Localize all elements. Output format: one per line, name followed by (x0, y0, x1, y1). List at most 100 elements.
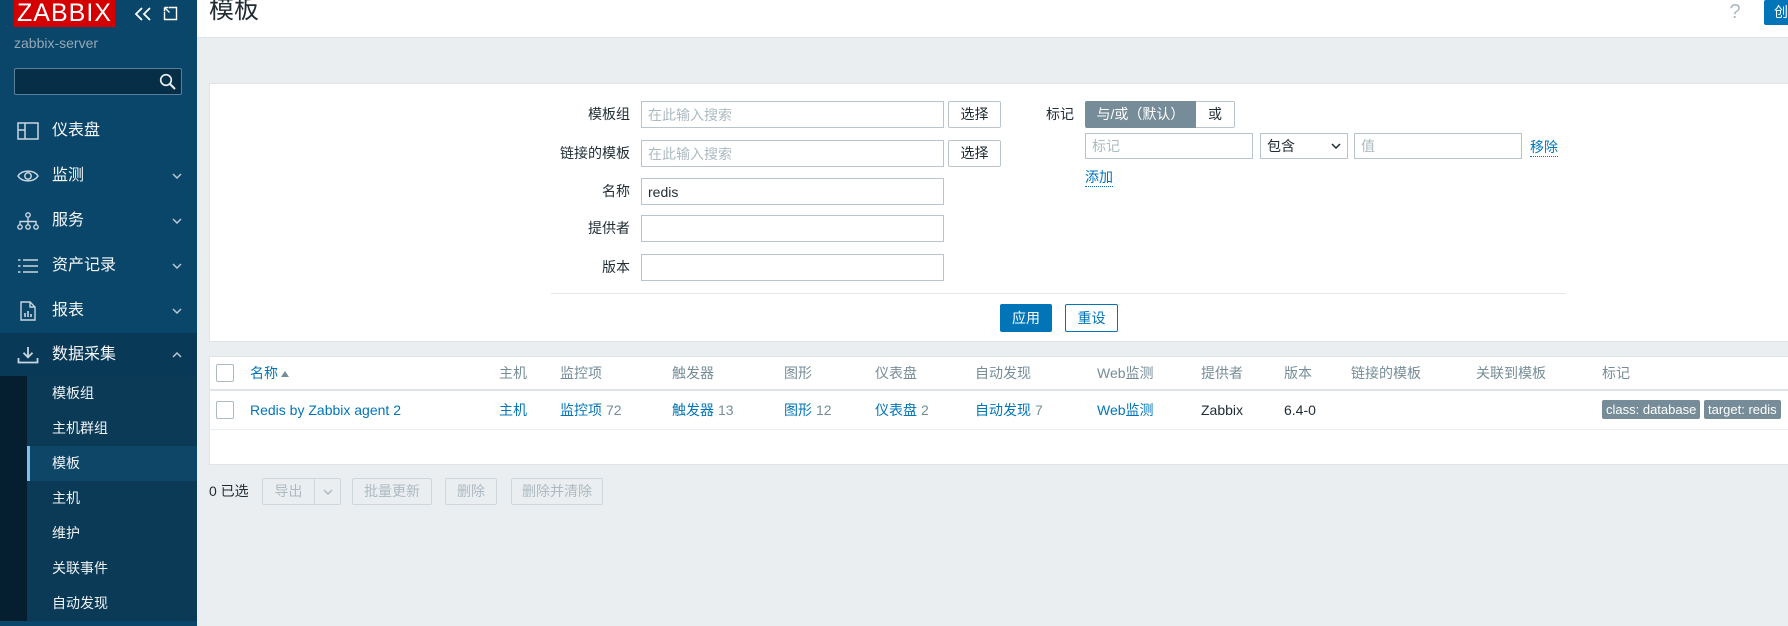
operator-and-or-button[interactable]: 与/或（默认） (1085, 101, 1196, 128)
column-header-items: 监控项 (560, 365, 602, 381)
version-label: 版本 (602, 259, 630, 275)
submenu-item-host-groups[interactable]: 主机群组 (27, 411, 197, 446)
data-collection-submenu: 模板组 主机群组 模板 主机 维护 关联事件 自动发现 (0, 376, 197, 621)
sort-asc-icon (281, 371, 289, 377)
reports-icon (19, 300, 37, 321)
tag-name-input[interactable] (1085, 133, 1253, 159)
column-header-web: Web监测 (1097, 365, 1154, 381)
menu-item-monitoring[interactable]: 监测 (0, 153, 197, 198)
table-header: 名称 主机 监控项 触发器 图形 仪表盘 自动发现 Web监测 提供者 版本 链… (210, 357, 1788, 391)
web-scenarios-link[interactable]: Web监测 (1097, 391, 1154, 429)
reset-button[interactable]: 重设 (1065, 304, 1118, 332)
column-header-vendor: 提供者 (1201, 365, 1243, 381)
kiosk-mode-icon[interactable] (163, 6, 178, 21)
help-icon[interactable]: ? (1727, 0, 1743, 24)
version-input[interactable] (641, 254, 944, 281)
delete-and-clear-button[interactable]: 删除并清除 (511, 478, 603, 505)
tag-remove-link[interactable]: 移除 (1530, 138, 1558, 157)
mass-update-button[interactable]: 批量更新 (352, 478, 432, 505)
menu-item-data-collection[interactable]: 数据采集 (0, 333, 197, 376)
submenu-item-event-correlation[interactable]: 关联事件 (27, 551, 197, 586)
triggers-count: 13 (718, 402, 734, 418)
submenu-item-hosts[interactable]: 主机 (27, 481, 197, 516)
menu-item-inventory[interactable]: 资产记录 (0, 243, 197, 288)
menu-item-label: 资产记录 (52, 257, 117, 274)
column-header-graphs: 图形 (784, 365, 812, 381)
dashboards-cell: 仪表盘 2 (875, 391, 929, 429)
template-groups-label: 模板组 (588, 106, 630, 122)
submenu-item-templates[interactable]: 模板 (27, 446, 197, 481)
chevron-down-icon (172, 262, 182, 269)
graphs-link[interactable]: 图形 (784, 402, 812, 418)
operator-or-button[interactable]: 或 (1196, 101, 1235, 128)
menu-item-dashboards[interactable]: 仪表盘 (0, 108, 197, 153)
column-header-linked-templates: 链接的模板 (1351, 365, 1421, 381)
submenu-item-maintenance[interactable]: 维护 (27, 516, 197, 551)
filter-panel: 模板组 选择 链接的模板 选择 名称 提供者 版本 标记 与/或（默认） 或 包… (209, 83, 1788, 342)
chevron-down-icon (172, 217, 182, 224)
collapse-sidebar-icon[interactable] (134, 6, 152, 22)
hosts-link[interactable]: 主机 (499, 391, 527, 429)
tag-badge: class: database (1602, 400, 1701, 419)
delete-button[interactable]: 删除 (445, 478, 497, 505)
template-groups-input[interactable] (641, 101, 944, 128)
discovery-cell: 自动发现 7 (975, 391, 1043, 429)
column-header-linked-to: 关联到模板 (1476, 365, 1546, 381)
column-header-tags: 标记 (1602, 365, 1630, 381)
tag-badge: target: redis (1704, 400, 1781, 419)
menu-item-label: 仪表盘 (52, 122, 101, 139)
table-row: Redis by Zabbix agent 2 主机 监控项 72 触发器 13 图… (210, 391, 1788, 430)
tags-operator-toggle: 与/或（默认） 或 (1085, 101, 1235, 128)
zabbix-logo[interactable]: ZABBIX (14, 0, 115, 27)
tag-add-link[interactable]: 添加 (1085, 168, 1113, 187)
data-collection-icon (17, 346, 39, 364)
menu-item-label: 服务 (52, 212, 85, 229)
vendor-input[interactable] (641, 215, 944, 242)
chevron-down-icon (1331, 143, 1341, 149)
column-header-dashboards: 仪表盘 (875, 365, 917, 381)
page-title: 模板 (209, 0, 260, 24)
graphs-count: 12 (816, 402, 832, 418)
name-label: 名称 (602, 183, 630, 199)
submenu-item-template-groups[interactable]: 模板组 (27, 376, 197, 411)
menu-item-services[interactable]: 服务 (0, 198, 197, 243)
submenu-item-discovery[interactable]: 自动发现 (27, 586, 197, 621)
version-cell: 6.4-0 (1284, 402, 1316, 418)
selected-count: 0 已选 (209, 483, 249, 499)
tag-condition-select[interactable]: 包含 (1260, 133, 1348, 159)
tag-value-input[interactable] (1354, 133, 1522, 159)
export-button[interactable]: 导出 (262, 478, 315, 505)
apply-button[interactable]: 应用 (1000, 304, 1052, 332)
create-template-button[interactable]: 创 (1764, 0, 1788, 25)
items-link[interactable]: 监控项 (560, 402, 602, 418)
discovery-count: 7 (1035, 402, 1043, 418)
export-dropdown-button[interactable] (314, 478, 341, 505)
dashboard-icon (17, 121, 39, 140)
linked-templates-label: 链接的模板 (560, 145, 630, 161)
filter-divider (551, 293, 1566, 294)
name-input[interactable] (641, 178, 944, 205)
template-groups-select-button[interactable]: 选择 (948, 101, 1001, 128)
page-header: 模板 ? 创 (197, 0, 1788, 38)
triggers-link[interactable]: 触发器 (672, 402, 714, 418)
discovery-link[interactable]: 自动发现 (975, 402, 1031, 418)
search-input[interactable] (15, 69, 151, 94)
server-name: zabbix-server (14, 35, 99, 51)
template-name-link[interactable]: Redis by Zabbix agent 2 (250, 391, 401, 429)
tag-condition-value: 包含 (1267, 138, 1295, 154)
select-all-checkbox[interactable] (216, 364, 234, 382)
dashboards-link[interactable]: 仪表盘 (875, 402, 917, 418)
menu-item-reports[interactable]: 报表 (0, 288, 197, 333)
row-checkbox[interactable] (216, 401, 234, 419)
linked-templates-select-button[interactable]: 选择 (948, 140, 1001, 167)
graphs-cell: 图形 12 (784, 391, 832, 429)
column-header-name[interactable]: 名称 (250, 357, 289, 389)
linked-templates-input[interactable] (641, 140, 944, 167)
items-count: 72 (606, 402, 622, 418)
search-icon[interactable] (159, 73, 176, 90)
sidebar-search (14, 68, 182, 95)
sidebar: ZABBIX zabbix-server 仪表盘 监测 服务 资产记录 报表 数… (0, 0, 197, 626)
dashboards-count: 2 (921, 402, 929, 418)
menu-item-label: 报表 (52, 302, 85, 319)
column-header-triggers: 触发器 (672, 365, 714, 381)
